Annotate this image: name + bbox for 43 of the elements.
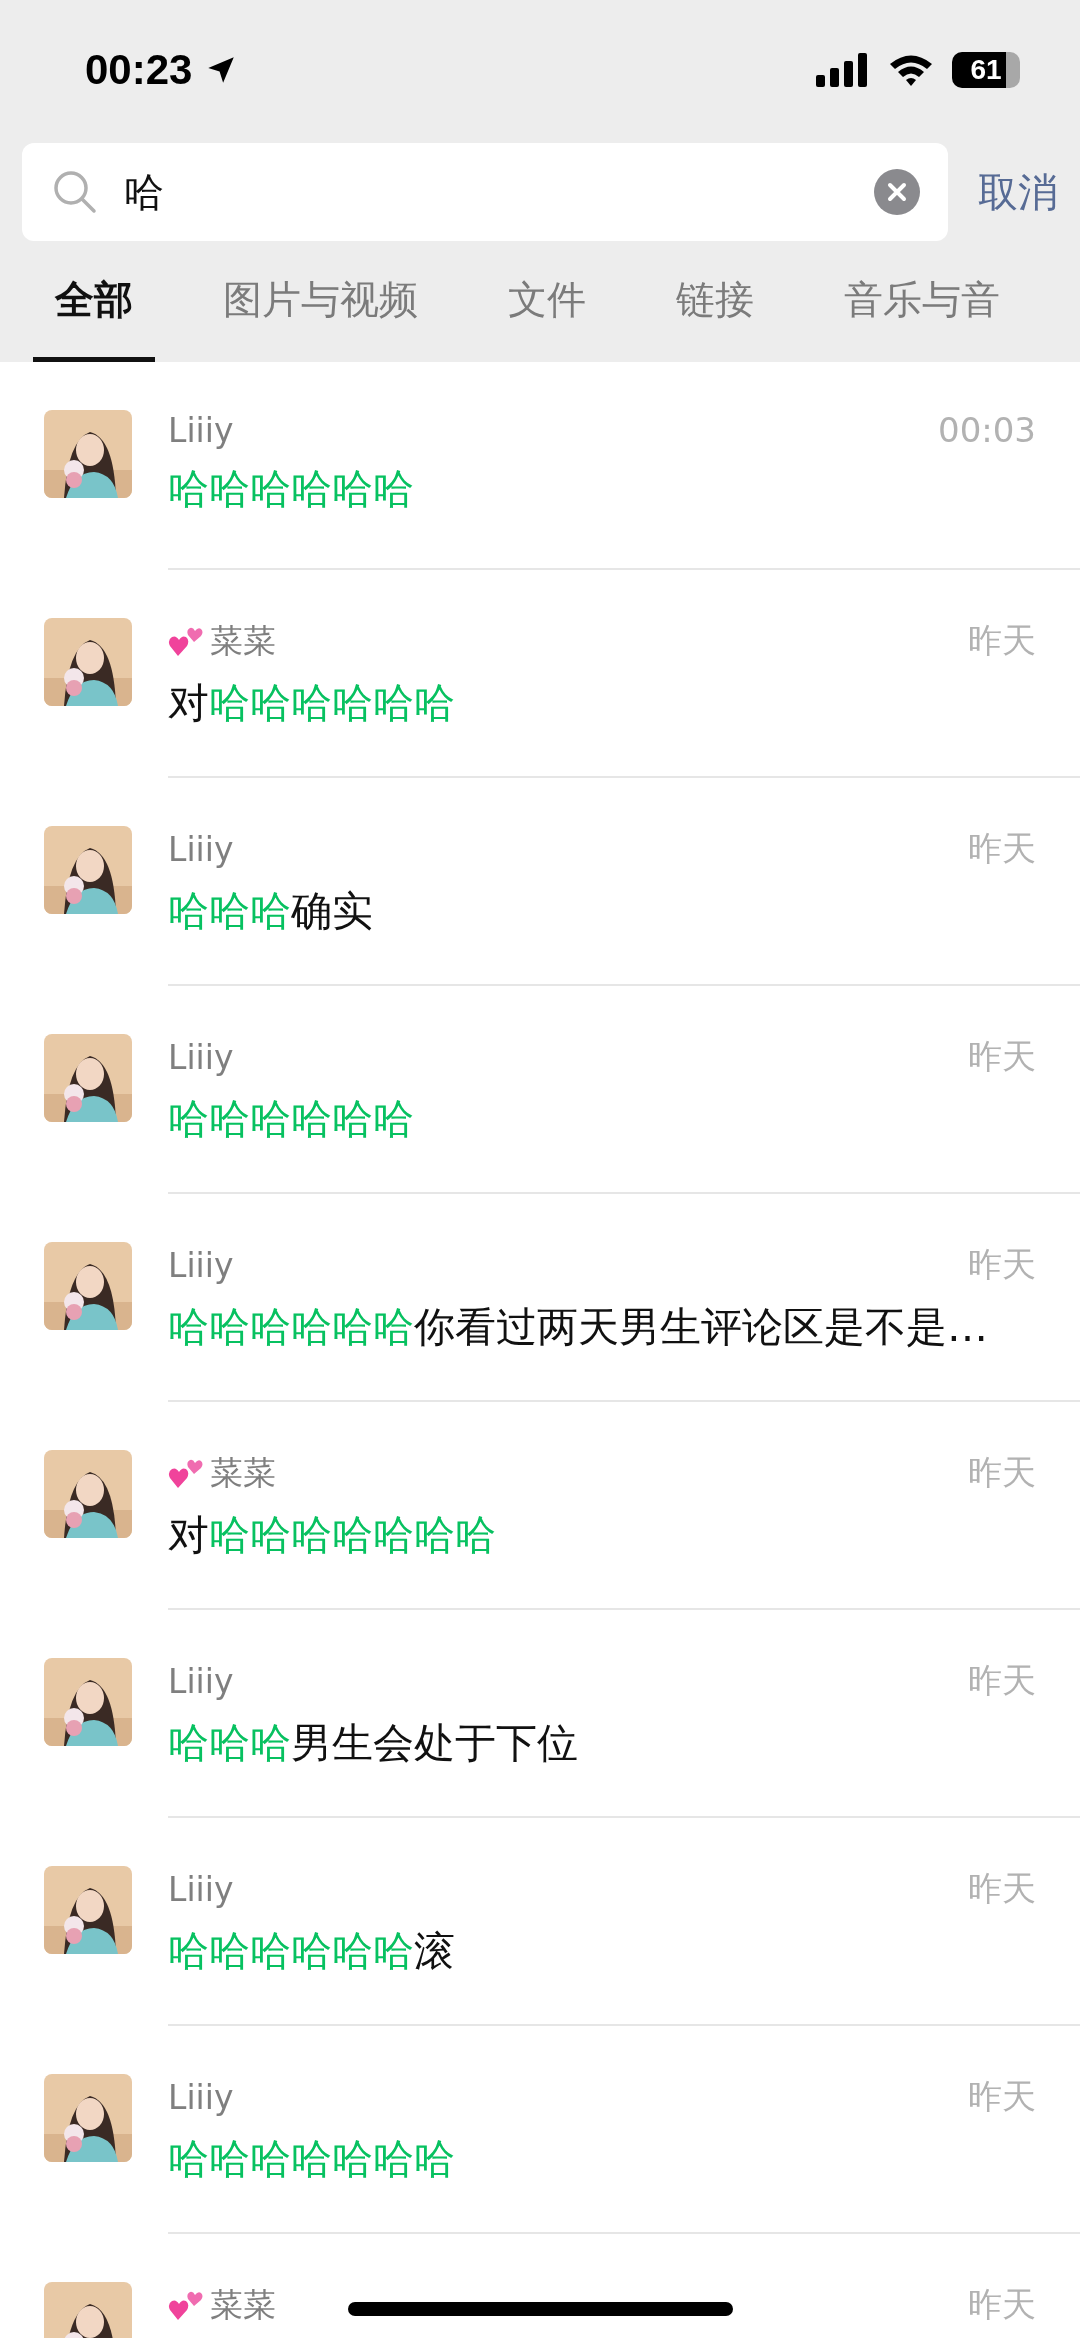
category-tab[interactable]: 全部 [33,242,155,362]
battery-indicator: 61 [952,52,1020,88]
message-time: 00:03 [938,410,1036,450]
message-time: 昨天 [968,827,1036,870]
message-time: 昨天 [968,1659,1036,1702]
search-field[interactable]: 哈 [22,143,948,241]
message-preview: 对哈哈哈哈哈哈哈 [168,1510,496,1561]
category-tab[interactable]: 文件 [486,242,608,362]
message-preview: 对哈哈哈哈哈哈 [168,678,455,729]
contact-name: Liiiy [168,1245,234,1285]
message-preview: 哈哈哈哈哈哈你看过两天男生评论区是不是… [168,1302,988,1353]
category-tab[interactable]: 图片与视频 [201,242,440,362]
message-time: 昨天 [968,2283,1036,2326]
wifi-icon [888,53,934,87]
close-icon [886,181,908,203]
message-preview: 哈哈哈哈哈哈 [168,464,414,515]
message-time: 昨天 [968,619,1036,662]
message-time: 昨天 [968,2075,1036,2118]
message-preview: 哈哈哈哈哈哈滚 [168,1926,455,1977]
category-tab[interactable]: 链接 [654,242,776,362]
contact-name: Liiiy [168,1037,234,1077]
message-time: 昨天 [968,1243,1036,1286]
category-tab[interactable]: 音乐与音 [822,242,1022,362]
message-preview: 哈哈哈男生会处于下位 [168,1718,578,1769]
message-time: 昨天 [968,1451,1036,1494]
contact-name: Liiiy [168,410,234,450]
contact-name: 菜菜 [210,1451,276,1494]
contact-name: Liiiy [168,2077,234,2117]
contact-name: Liiiy [168,829,234,869]
contact-name: Liiiy [168,1661,234,1701]
message-preview: 哈哈哈确实 [168,886,373,937]
status-time: 00:23 [85,46,193,94]
contact-name: 菜菜 [210,2283,276,2326]
message-preview: 哈哈哈哈哈哈哈 [168,2134,455,2185]
message-time: 昨天 [968,1035,1036,1078]
signal-icon [816,53,870,87]
contact-name: 菜菜 [210,619,276,662]
message-preview: 哈哈哈哈哈哈 [168,1094,414,1145]
clear-button[interactable] [874,169,920,215]
message-time: 昨天 [968,1867,1036,1910]
cancel-button[interactable]: 取消 [978,164,1058,220]
search-icon [52,169,98,215]
contact-name: Liiiy [168,1869,234,1909]
